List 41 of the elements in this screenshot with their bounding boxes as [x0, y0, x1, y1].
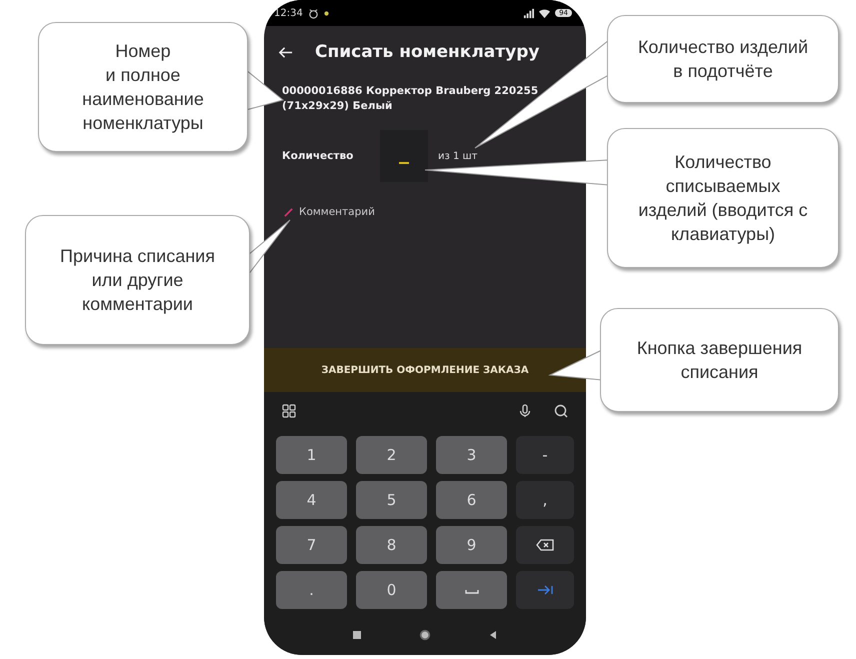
- back-arrow-icon[interactable]: [278, 44, 293, 60]
- quantity-field[interactable]: [380, 130, 428, 182]
- callout-pointer: [548, 349, 602, 381]
- keyboard-key[interactable]: 3: [436, 436, 507, 474]
- item-name: 00000016886 Корректор Brauberg 220255 (71x29x29) Белый: [281, 84, 540, 114]
- wifi-icon: [539, 8, 550, 18]
- keyboard-key[interactable]: .: [276, 571, 347, 609]
- keyboard-key[interactable]: 4: [276, 481, 347, 519]
- submit-button[interactable]: ЗАВЕРШИТЬ ОФОРМЛЕНИЕ ЗАКАЗА: [264, 348, 586, 392]
- microphone-icon[interactable]: [518, 404, 532, 418]
- grid-icon[interactable]: [282, 404, 296, 418]
- screen-title: Списать номенклатуру: [315, 42, 540, 62]
- comment-field[interactable]: Комментарий: [299, 206, 375, 218]
- signal-icon: [523, 8, 534, 18]
- recents-icon[interactable]: [351, 629, 363, 641]
- keyboard-key[interactable]: 7: [276, 526, 347, 564]
- keyboard-key[interactable]: 9: [436, 526, 507, 564]
- keyboard-key[interactable]: 5: [356, 481, 427, 519]
- notification-dot-icon: [324, 10, 329, 16]
- callout: Количество изделий в подотчёте: [607, 15, 839, 103]
- callout: Количество списываемых изделий (вводится с клавиатуры): [607, 128, 839, 268]
- keyboard-key[interactable]: -: [516, 436, 574, 474]
- callout: Номер и полное наименование номенклатуры: [38, 22, 248, 152]
- keyboard-key[interactable]: 1: [276, 436, 347, 474]
- callout: Кнопка завершения списания: [600, 308, 839, 412]
- backspace-icon: [536, 539, 554, 551]
- arrow-to-bar-icon: [536, 584, 554, 596]
- keyboard-key[interactable]: 2: [356, 436, 427, 474]
- keyboard-key[interactable]: 6: [436, 481, 507, 519]
- alarm-icon: [308, 8, 319, 18]
- callout: Причина списания или другие комментарии: [25, 215, 250, 345]
- home-icon[interactable]: [419, 629, 431, 641]
- keyboard-key[interactable]: ,: [516, 481, 574, 519]
- keyboard-key[interactable]: 0: [356, 571, 427, 609]
- status-time: 12:34: [274, 8, 303, 18]
- search-icon[interactable]: [554, 404, 568, 418]
- pencil-icon: [284, 208, 293, 216]
- quantity-label: Количество: [282, 150, 354, 162]
- quantity-total: из 1 шт: [438, 150, 478, 162]
- keyboard-key[interactable]: 8: [356, 526, 427, 564]
- backspace-key[interactable]: [516, 526, 574, 564]
